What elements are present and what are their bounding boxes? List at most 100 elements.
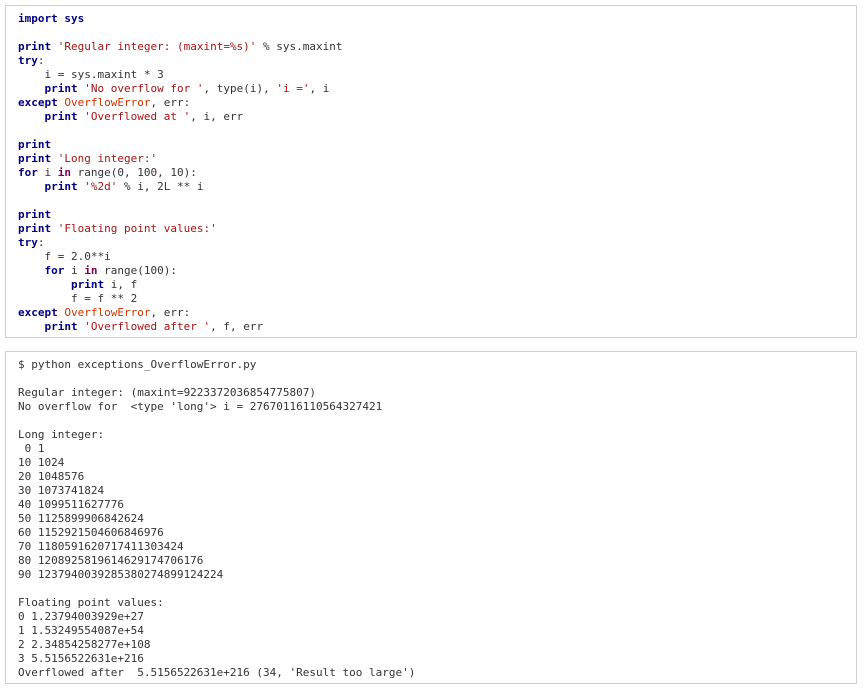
code-line: f = 2.0**i	[18, 250, 343, 264]
code-token: print	[18, 222, 52, 235]
code-token: print	[44, 82, 78, 95]
code-token: range(100):	[97, 264, 177, 277]
code-token: print	[44, 320, 78, 333]
output-line: 70 1180591620717411303424	[18, 540, 184, 553]
output-line: Long integer:	[18, 428, 105, 441]
code-token: , type(i),	[203, 82, 277, 95]
code-token: 'i ='	[276, 82, 310, 95]
code-line: print 'No overflow for ', type(i), 'i ='…	[18, 82, 343, 96]
code-line: print 'Overflowed after ', f, err	[18, 320, 343, 334]
code-token: % i, 2L ** i	[117, 180, 204, 193]
code-token: , i	[309, 82, 330, 95]
output-line: 0 1.23794003929e+27	[18, 610, 144, 623]
output-line: 80 1208925819614629174706176	[18, 554, 204, 567]
output-line: 2 2.34854258277e+108	[18, 638, 151, 651]
code-token: 'Overflowed after '	[84, 320, 211, 333]
code-line: try:	[18, 54, 343, 68]
code-token: 'Regular integer: (maxint=%s)'	[57, 40, 257, 53]
code-token: i, f	[104, 278, 138, 291]
code-line: f = f ** 2	[18, 292, 343, 306]
code-token: 'Overflowed at '	[84, 110, 191, 123]
code-line: print '%2d' % i, 2L ** i	[18, 180, 343, 194]
code-line: print 'Long integer:'	[18, 152, 343, 166]
code-token: f = f ** 2	[18, 292, 138, 305]
output-line: Overflowed after 5.5156522631e+216 (34, …	[18, 666, 416, 679]
output-line: Regular integer: (maxint=922337203685477…	[18, 386, 317, 399]
code-token: '%2d'	[84, 180, 118, 193]
code-token: print	[44, 110, 78, 123]
code-line: print 'Regular integer: (maxint=%s)' % s…	[18, 40, 343, 54]
code-line: except OverflowError, err:	[18, 96, 343, 110]
code-token: 'Floating point values:'	[57, 222, 217, 235]
code-token: 'Long integer:'	[57, 152, 158, 165]
code-token: except	[18, 306, 58, 319]
code-token: , f, err	[210, 320, 264, 333]
code-token: print	[70, 278, 105, 291]
code-token: print	[18, 138, 52, 151]
code-token: print	[18, 40, 52, 53]
code-line: print 'Overflowed at ', i, err	[18, 110, 343, 124]
code-token: print	[18, 152, 52, 165]
code-token: OverflowError	[64, 96, 151, 109]
output-line: 20 1048576	[18, 470, 85, 483]
output-line: 1 1.53249554087e+54	[18, 624, 144, 637]
code-token: , i, err	[190, 110, 244, 123]
code-token: in	[57, 166, 71, 179]
code-token: range(0, 100, 10):	[71, 166, 197, 179]
code-line: try:	[18, 236, 343, 250]
code-token: try	[18, 54, 38, 67]
code-token: f = 2.0**i	[18, 250, 111, 263]
code-line: print i, f	[18, 278, 343, 292]
output-line: 30 1073741824	[18, 484, 105, 497]
code-token: except	[18, 96, 58, 109]
output-line: Floating point values:	[18, 596, 164, 609]
code-line: for i in range(0, 100, 10):	[18, 166, 343, 180]
output-line: 10 1024	[18, 456, 65, 469]
code-token: OverflowError	[64, 306, 151, 319]
code-token: 'No overflow for '	[84, 82, 204, 95]
code-token: , err:	[150, 96, 191, 109]
code-block: import sys print 'Regular integer: (maxi…	[5, 5, 857, 338]
output-line: 3 5.5156522631e+216	[18, 652, 144, 665]
shell-command-line: $ python exceptions_OverflowError.py	[18, 358, 257, 371]
code-token: % sys.maxint	[256, 40, 343, 53]
code-token: for	[18, 166, 38, 179]
code-token: i	[37, 166, 58, 179]
output-line: 50 1125899906842624	[18, 512, 144, 525]
code-listing: import sys print 'Regular integer: (maxi…	[18, 12, 343, 334]
output-block: $ python exceptions_OverflowError.py Reg…	[5, 351, 857, 684]
output-line: 90 1237940039285380274899124224	[18, 568, 224, 581]
output-line: 0 1	[18, 442, 45, 455]
code-token: try	[18, 236, 38, 249]
output-line: No overflow for <type 'long'> i = 276701…	[18, 400, 383, 413]
code-token: in	[84, 264, 98, 277]
code-line: i = sys.maxint * 3	[18, 68, 343, 82]
code-token: i = sys.maxint * 3	[18, 68, 164, 81]
code-token: import	[18, 12, 58, 25]
code-line: print	[18, 208, 343, 222]
code-token: , err:	[150, 306, 191, 319]
code-line: import sys	[18, 12, 343, 26]
code-line: except OverflowError, err:	[18, 306, 343, 320]
code-token: print	[44, 180, 78, 193]
code-token: for	[44, 264, 65, 277]
terminal-output: $ python exceptions_OverflowError.py Reg…	[18, 358, 415, 680]
code-token: sys	[64, 12, 85, 25]
code-line: print 'Floating point values:'	[18, 222, 343, 236]
code-token: i	[64, 264, 85, 277]
code-token: :	[37, 54, 45, 67]
